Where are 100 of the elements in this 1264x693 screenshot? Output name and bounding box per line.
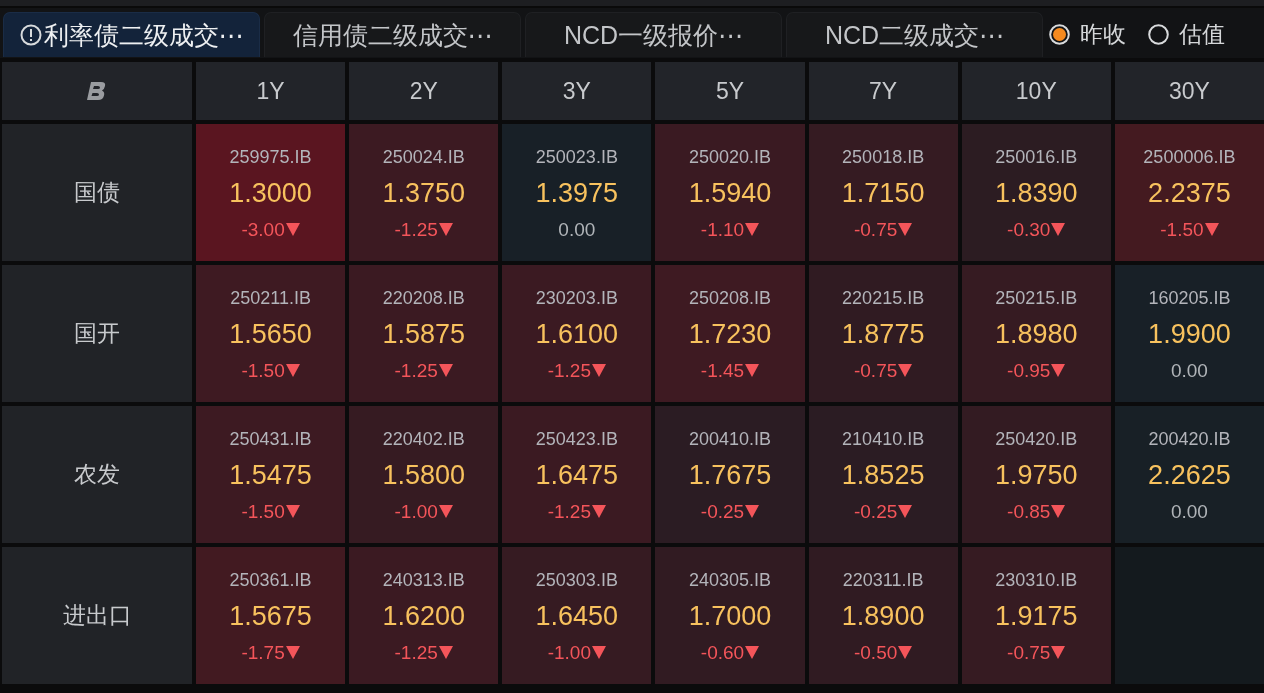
bond-code: 160205.IB xyxy=(1148,286,1231,310)
down-triangle-icon xyxy=(592,364,606,377)
bond-code: 250303.IB xyxy=(535,568,618,592)
bond-code: 250018.IB xyxy=(842,145,925,169)
change-value: -0.25 xyxy=(700,499,745,524)
change-value: -0.60 xyxy=(700,640,745,665)
change-value: -1.00 xyxy=(547,640,591,665)
down-triangle-icon xyxy=(285,364,300,377)
yield-value: 1.5675 xyxy=(229,599,312,633)
down-triangle-icon xyxy=(438,505,453,518)
change-value: 0.00 xyxy=(1170,499,1208,524)
tab[interactable]: 信用债二级成交⋯ xyxy=(264,12,521,57)
down-triangle-icon xyxy=(438,646,453,659)
down-triangle-icon xyxy=(285,505,300,518)
change-value: -1.50 xyxy=(241,499,285,524)
change-value: -1.25 xyxy=(394,640,438,665)
yield-value: 1.6475 xyxy=(535,458,619,492)
down-triangle-icon xyxy=(745,223,760,236)
tab[interactable]: 利率债二级成交⋯ xyxy=(3,12,260,57)
change-value: -0.75 xyxy=(853,217,898,242)
yield-value: 1.6450 xyxy=(535,599,619,633)
yield-value: 1.6200 xyxy=(382,599,465,633)
yield-value: 1.8525 xyxy=(841,458,925,492)
yield-value: 1.8390 xyxy=(994,176,1078,210)
down-triangle-icon xyxy=(745,364,760,377)
change-value: 0.00 xyxy=(558,217,596,242)
yield-value: 1.9750 xyxy=(994,458,1078,492)
bond-code: 220311.IB xyxy=(842,568,924,592)
change-value: -1.75 xyxy=(241,640,285,665)
yield-value: 1.7000 xyxy=(688,599,772,633)
bond-code: 250361.IB xyxy=(229,568,312,592)
bond-code: 250215.IB xyxy=(995,286,1078,310)
change-value: -1.50 xyxy=(1160,217,1204,242)
down-triangle-icon xyxy=(1051,505,1066,518)
change-value: -0.85 xyxy=(1007,499,1051,524)
yield-value: 1.5940 xyxy=(688,176,772,210)
change-value: -1.25 xyxy=(394,217,438,242)
yield-value: 1.3750 xyxy=(382,176,465,210)
bond-code: 250420.IB xyxy=(995,427,1078,451)
down-triangle-icon xyxy=(438,223,453,236)
tab[interactable]: NCD一级报价⋯ xyxy=(525,12,782,57)
radio-option[interactable]: 昨收 xyxy=(1049,19,1126,50)
yield-value: 1.8980 xyxy=(994,317,1078,351)
tab[interactable]: NCD二级成交⋯ xyxy=(786,12,1043,57)
change-value: 0.00 xyxy=(1170,358,1208,383)
yield-value: 1.5475 xyxy=(229,458,312,492)
bond-code: 220208.IB xyxy=(382,286,465,310)
down-triangle-icon xyxy=(592,505,606,518)
bond-code: 250023.IB xyxy=(535,145,618,169)
column-header: 5Y xyxy=(655,62,805,120)
column-header: 10Y xyxy=(961,62,1111,120)
row-header: 国开 xyxy=(2,265,192,402)
yield-value: 1.9900 xyxy=(1148,317,1231,351)
down-triangle-icon xyxy=(1051,223,1066,236)
change-value: -0.25 xyxy=(853,499,898,524)
bond-code: 250024.IB xyxy=(382,145,465,169)
bond-code: 230203.IB xyxy=(535,286,618,310)
change-value: -0.75 xyxy=(1007,640,1051,665)
bond-code: 2500006.IB xyxy=(1143,145,1236,169)
change-value: -1.25 xyxy=(394,358,438,383)
yield-value: 1.7675 xyxy=(688,458,772,492)
bond-code: 220215.IB xyxy=(842,286,925,310)
bond-code: 250423.IB xyxy=(535,427,618,451)
row-header: 农发 xyxy=(2,406,192,543)
bond-code: 220402.IB xyxy=(382,427,465,451)
yield-value: 1.6100 xyxy=(535,317,619,351)
down-triangle-icon xyxy=(438,364,453,377)
radio-option[interactable]: 估值 xyxy=(1148,19,1225,50)
yield-value: 1.8775 xyxy=(841,317,925,351)
yield-value: 1.5650 xyxy=(229,317,312,351)
bond-code: 250208.IB xyxy=(688,286,772,310)
down-triangle-icon xyxy=(898,505,913,518)
bond-code: 250211.IB xyxy=(230,286,311,310)
column-header: 1Y xyxy=(196,62,346,120)
down-triangle-icon xyxy=(898,223,913,236)
bond-code: 250431.IB xyxy=(229,427,312,451)
bond-code: 200420.IB xyxy=(1148,427,1231,451)
bond-code: 250016.IB xyxy=(995,145,1078,169)
yield-value: 1.7230 xyxy=(688,317,772,351)
yield-value: 1.5800 xyxy=(382,458,465,492)
down-triangle-icon xyxy=(745,505,760,518)
down-triangle-icon xyxy=(1204,223,1219,236)
info-icon xyxy=(19,24,42,46)
yield-value: 1.5875 xyxy=(382,317,465,351)
row-header: 国债 xyxy=(2,124,192,261)
change-value: -1.45 xyxy=(700,358,745,383)
bond-code: 250020.IB xyxy=(688,145,772,169)
yield-value: 1.7150 xyxy=(841,176,925,210)
change-value: -1.50 xyxy=(241,358,285,383)
yield-value: 2.2625 xyxy=(1148,458,1231,492)
down-triangle-icon xyxy=(1051,646,1066,659)
change-value: -0.30 xyxy=(1007,217,1051,242)
down-triangle-icon xyxy=(898,364,913,377)
down-triangle-icon xyxy=(1051,364,1066,377)
change-value: -1.25 xyxy=(547,358,591,383)
change-value: -0.75 xyxy=(853,358,898,383)
bond-code: 259975.IB xyxy=(229,145,312,169)
down-triangle-icon xyxy=(285,646,300,659)
change-value: -3.00 xyxy=(241,217,285,242)
bond-code: 240305.IB xyxy=(688,568,772,592)
